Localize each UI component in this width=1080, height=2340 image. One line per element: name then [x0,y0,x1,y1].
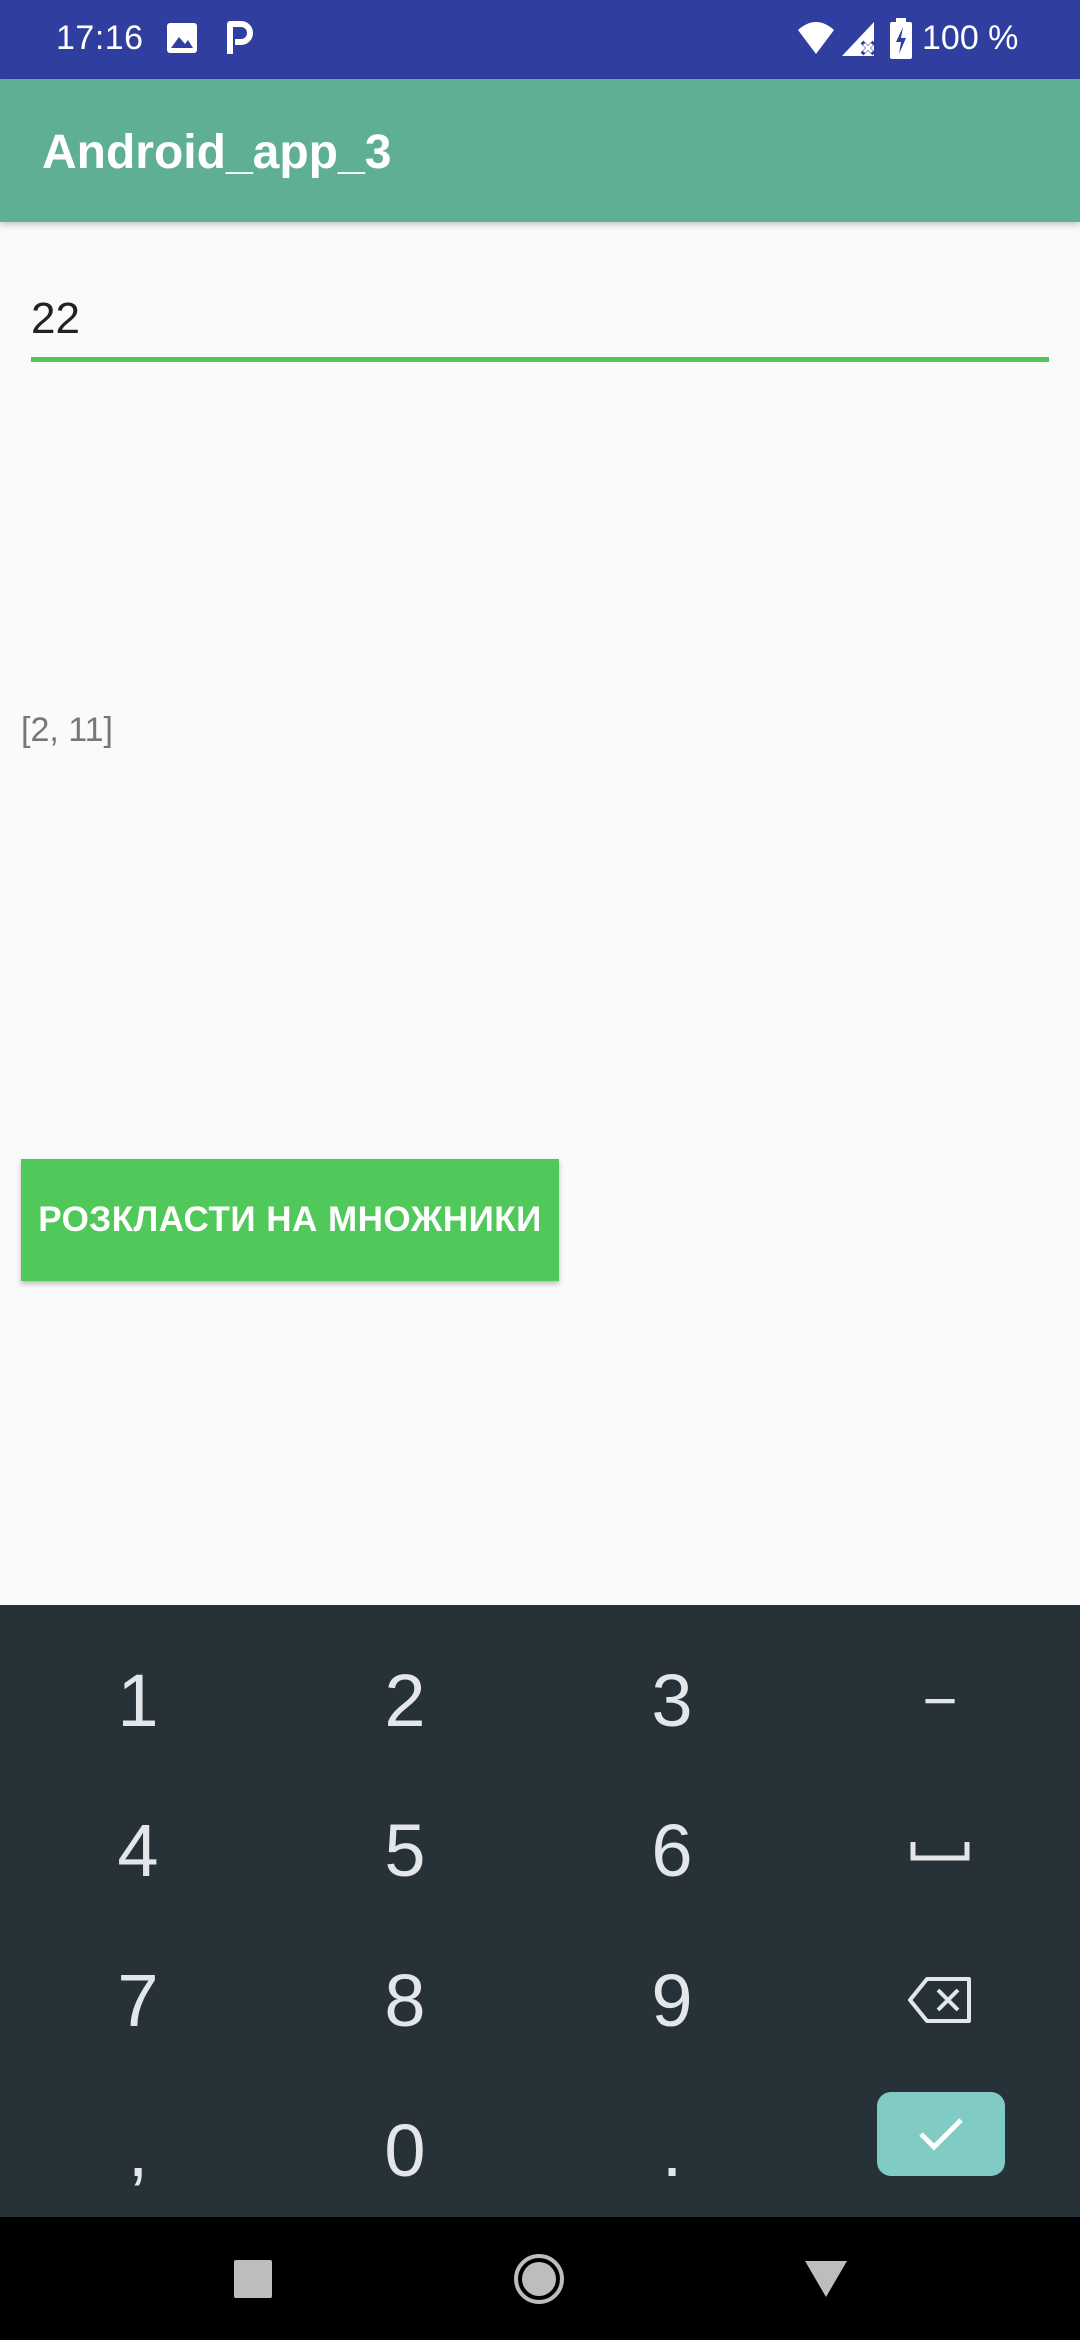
numeric-keyboard: 1 2 3 − 4 5 6 7 8 9 , 0 . [0,1605,1080,2217]
back-triangle-icon [805,2260,847,2297]
key-3[interactable]: 3 [537,1625,807,1775]
checkmark-icon [919,2118,963,2151]
key-dot[interactable]: . [537,2075,807,2225]
signal-icon [840,20,878,63]
wifi-icon [796,20,836,61]
app-bar: Android_app_3 [0,79,1080,222]
home-button[interactable] [469,2217,609,2340]
key-comma[interactable]: , [3,2075,273,2225]
factorize-button[interactable]: РОЗКЛАСТИ НА МНОЖНИКИ [21,1159,559,1281]
recents-button[interactable] [183,2217,323,2340]
navigation-bar [0,2217,1080,2340]
input-underline [31,357,1049,362]
back-button[interactable] [756,2217,896,2340]
key-0[interactable]: 0 [270,2075,540,2225]
number-input[interactable]: 22 [31,280,1049,362]
backspace-icon [908,1977,971,2023]
space-icon [910,1842,970,1861]
parking-icon [224,20,254,61]
key-minus[interactable]: − [805,1625,1075,1775]
key-enter[interactable] [877,2092,1005,2176]
factors-result: [2, 11] [21,711,113,749]
battery-percent: 100 % [922,19,1019,57]
home-circle-icon [514,2253,564,2304]
image-icon [166,22,198,59]
key-1[interactable]: 1 [3,1625,273,1775]
number-input-value[interactable]: 22 [31,294,80,344]
square-icon [234,2259,272,2298]
battery-icon [889,18,913,65]
key-7[interactable]: 7 [3,1925,273,2075]
key-8[interactable]: 8 [270,1925,540,2075]
key-9[interactable]: 9 [537,1925,807,2075]
status-bar: 17:16 100 % [0,0,1080,79]
key-2[interactable]: 2 [270,1625,540,1775]
status-time: 17:16 [56,19,144,57]
key-backspace[interactable] [805,1925,1075,2075]
key-6[interactable]: 6 [537,1775,807,1925]
app-title: Android_app_3 [42,126,392,179]
key-5[interactable]: 5 [270,1775,540,1925]
key-4[interactable]: 4 [3,1775,273,1925]
key-space[interactable] [805,1775,1075,1925]
